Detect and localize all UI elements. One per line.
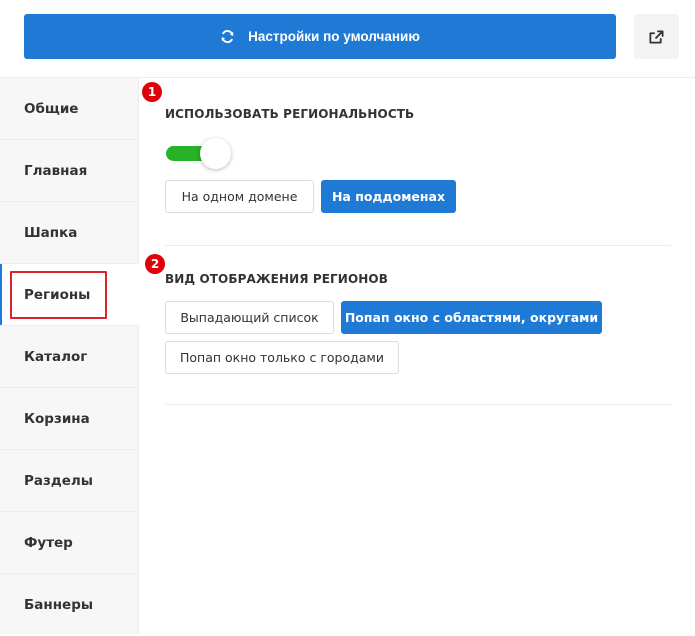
sidebar-item-label: Шапка: [24, 224, 78, 241]
regionality-toggle[interactable]: [166, 138, 232, 170]
sidebar-item-label: Баннеры: [24, 597, 94, 613]
section-title-region-display: ВИД ОТОБРАЖЕНИЯ РЕГИОНОВ: [165, 272, 388, 286]
sidebar-item-general[interactable]: Общие: [0, 78, 138, 140]
sidebar-item-label: Общие: [24, 100, 79, 117]
sidebar-item-header[interactable]: Шапка: [0, 202, 138, 264]
option-popup-cities[interactable]: Попап окно только с городами: [165, 341, 399, 374]
option-popup-regions[interactable]: Попап окно с областями, округами: [341, 301, 602, 334]
share-button[interactable]: [634, 14, 679, 59]
settings-sidebar: Общие Главная Шапка Регионы Каталог Корз…: [0, 78, 139, 634]
sidebar-item-banners[interactable]: Баннеры: [0, 574, 138, 636]
section-divider: [165, 245, 671, 246]
sidebar-item-footer[interactable]: Футер: [0, 512, 138, 574]
sidebar-item-label: Разделы: [24, 472, 94, 489]
option-dropdown-list[interactable]: Выпадающий список: [165, 301, 334, 334]
reset-defaults-label: Настройки по умолчанию: [248, 29, 420, 44]
sidebar-item-sections[interactable]: Разделы: [0, 450, 138, 512]
sidebar-item-label: Регионы: [24, 286, 91, 303]
section-title-regionality: ИСПОЛЬЗОВАТЬ РЕГИОНАЛЬНОСТЬ: [165, 107, 415, 121]
refresh-icon: [220, 29, 235, 44]
option-single-domain[interactable]: На одном домене: [165, 180, 314, 213]
sidebar-item-label: Главная: [24, 162, 88, 179]
share-icon: [648, 29, 665, 45]
sidebar-item-cart[interactable]: Корзина: [0, 388, 138, 450]
option-subdomains[interactable]: На поддоменах: [321, 180, 456, 213]
reset-defaults-button[interactable]: Настройки по умолчанию: [24, 14, 616, 59]
sidebar-item-label: Футер: [24, 534, 73, 551]
sidebar-item-main[interactable]: Главная: [0, 140, 138, 202]
sidebar-item-catalog[interactable]: Каталог: [0, 326, 138, 388]
top-toolbar: Настройки по умолчанию: [0, 0, 695, 78]
sidebar-item-regions[interactable]: Регионы: [0, 264, 139, 326]
step-badge-1: 1: [142, 82, 162, 102]
step-badge-2: 2: [145, 254, 165, 274]
toggle-knob: [200, 138, 231, 169]
sidebar-item-label: Корзина: [24, 410, 90, 427]
sidebar-item-label: Каталог: [24, 348, 88, 365]
section-divider: [165, 404, 671, 405]
